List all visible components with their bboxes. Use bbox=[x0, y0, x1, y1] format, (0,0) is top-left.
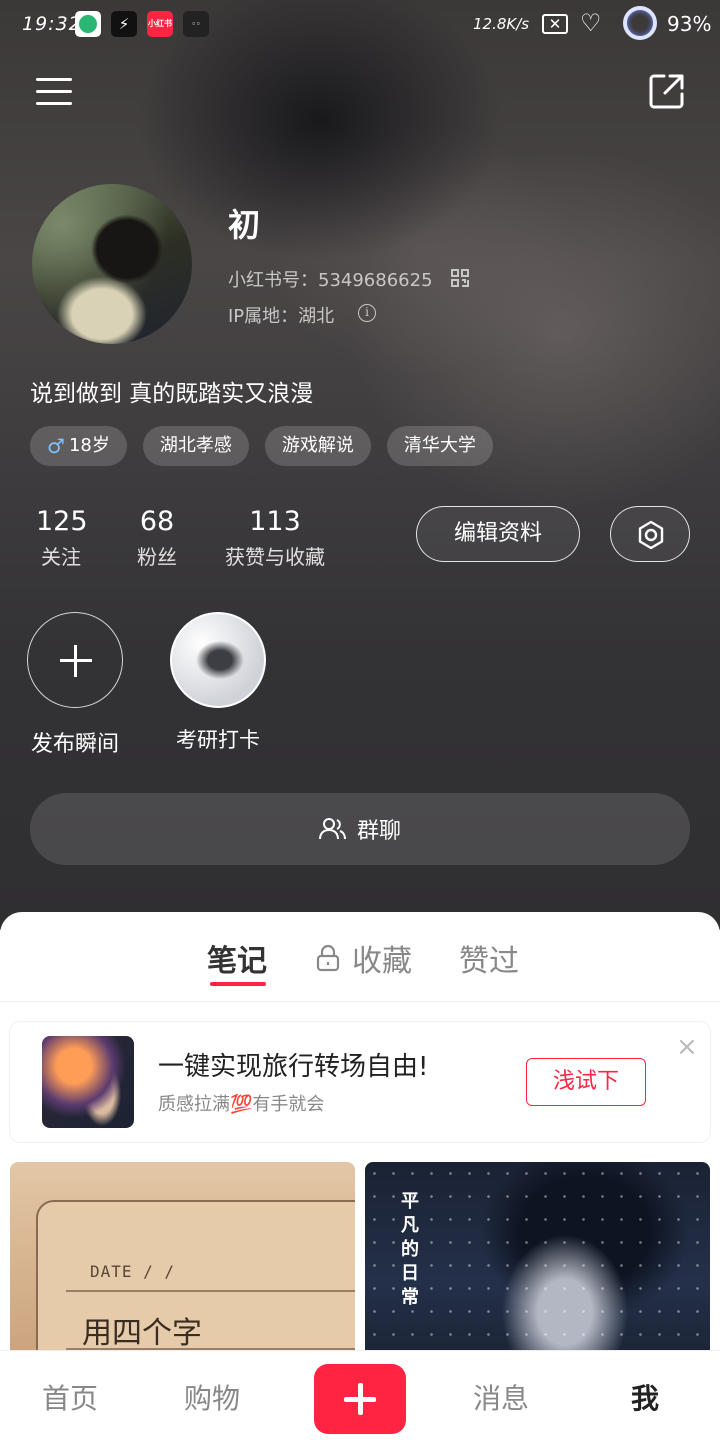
ad-subtitle: 质感拉满💯有手就会 bbox=[158, 1094, 325, 1115]
lock-icon bbox=[316, 944, 340, 972]
tag-school: 清华大学 bbox=[386, 426, 493, 466]
app-notification-icon bbox=[75, 11, 101, 37]
stat-following[interactable]: 125 关注 bbox=[36, 506, 88, 570]
tab-liked[interactable]: 赞过 bbox=[459, 936, 519, 980]
content-tabs: 笔记 收藏 赞过 bbox=[0, 912, 720, 1002]
ip-label: IP属地： bbox=[228, 306, 299, 327]
following-label: 关注 bbox=[41, 545, 81, 569]
ip-location-row: IP属地：湖北 bbox=[228, 302, 334, 328]
nav-me[interactable]: 我 bbox=[631, 1377, 659, 1417]
bottom-navigation: 首页 购物 消息 我 bbox=[0, 1350, 720, 1440]
close-icon[interactable]: × bbox=[676, 1032, 698, 1062]
male-icon: ♂ bbox=[47, 434, 65, 458]
tag-occupation: 游戏解说 bbox=[264, 426, 371, 466]
stat-likes[interactable]: 113 获赞与收藏 bbox=[218, 506, 332, 570]
paper-line bbox=[66, 1290, 355, 1292]
nickname: 初 bbox=[228, 206, 261, 244]
tab-notes[interactable]: 笔记 bbox=[207, 936, 267, 980]
info-icon[interactable]: i bbox=[358, 304, 376, 322]
moment-study-checkin[interactable]: 考研打卡 bbox=[166, 612, 270, 754]
users-icon bbox=[318, 818, 346, 840]
moment-thumbnail bbox=[170, 612, 266, 708]
ad-try-button[interactable]: 浅试下 bbox=[526, 1058, 646, 1106]
tag-label: 湖北孝感 bbox=[159, 435, 232, 456]
fans-count: 68 bbox=[139, 506, 175, 537]
stat-fans[interactable]: 68 粉丝 bbox=[128, 506, 186, 570]
red-id-label: 小红书号： bbox=[228, 270, 318, 291]
network-speed: 12.8K/s bbox=[473, 15, 530, 33]
battery-level: 93% bbox=[667, 12, 712, 36]
tab-favorites-label: 收藏 bbox=[352, 944, 412, 979]
share-icon[interactable] bbox=[648, 72, 686, 110]
settings-button[interactable] bbox=[610, 506, 690, 562]
gear-icon bbox=[638, 520, 664, 550]
heart-status-icon: ♡ bbox=[580, 9, 602, 37]
group-chat-button[interactable]: 群聊 bbox=[30, 793, 690, 865]
tag-label: 18岁 bbox=[68, 435, 110, 456]
tag-location: 湖北孝感 bbox=[142, 426, 249, 466]
ip-value: 湖北 bbox=[298, 306, 335, 327]
sim-off-icon: ✕ bbox=[542, 14, 568, 34]
xiaohongshu-app-icon: 小红书 bbox=[147, 11, 173, 37]
note-date-text: DATE / / bbox=[90, 1262, 176, 1281]
group-chat-label: 群聊 bbox=[356, 819, 401, 844]
note-card[interactable]: DATE / / 用四个字 bbox=[10, 1162, 355, 1362]
red-id-value: 5349686625 bbox=[318, 270, 433, 291]
likes-label: 获赞与收藏 bbox=[225, 545, 325, 569]
status-time: 19:32 bbox=[22, 13, 82, 35]
qr-code-icon[interactable] bbox=[450, 268, 470, 288]
edit-profile-button[interactable]: 编辑资料 bbox=[416, 506, 580, 562]
publish-plus-button[interactable] bbox=[314, 1364, 406, 1434]
menu-icon[interactable] bbox=[36, 78, 72, 108]
status-bar: 19:32 ⚡ 小红书 ◦◦ 12.8K/s ✕ ♡ 93% bbox=[0, 0, 720, 50]
active-tab-indicator bbox=[210, 982, 266, 986]
nav-home[interactable]: 首页 bbox=[42, 1377, 98, 1417]
note-handwriting: 用四个字 bbox=[82, 1316, 202, 1351]
moment-study-label: 考研打卡 bbox=[176, 728, 260, 752]
ad-title: 一键实现旅行转场自由! bbox=[158, 1052, 429, 1082]
assistant-ring-icon bbox=[623, 6, 657, 40]
likes-count: 113 bbox=[249, 506, 301, 537]
plus-icon bbox=[27, 612, 123, 708]
fans-label: 粉丝 bbox=[137, 545, 177, 569]
app-notification-icon: ◦◦ bbox=[183, 11, 209, 37]
tag-label: 游戏解说 bbox=[281, 435, 354, 456]
tag-label: 清华大学 bbox=[403, 435, 476, 456]
publish-moment-label: 发布瞬间 bbox=[30, 732, 119, 757]
following-count: 125 bbox=[36, 506, 88, 537]
nav-messages[interactable]: 消息 bbox=[473, 1377, 529, 1417]
tag-age: ♂ 18岁 bbox=[30, 426, 127, 466]
bolt-app-icon: ⚡ bbox=[111, 11, 137, 37]
note-cover-title: 平凡的日常 bbox=[401, 1191, 419, 1308]
avatar[interactable] bbox=[32, 184, 192, 344]
nav-shop[interactable]: 购物 bbox=[184, 1377, 240, 1417]
profile-tags: ♂ 18岁 湖北孝感 游戏解说 清华大学 bbox=[30, 426, 493, 466]
note-card[interactable]: 平凡的日常 bbox=[365, 1162, 710, 1362]
publish-moment-button[interactable]: 发布瞬间 bbox=[22, 612, 128, 758]
red-id-row: 小红书号：5349686625 bbox=[228, 266, 433, 292]
tab-favorites[interactable]: 收藏 bbox=[316, 936, 412, 980]
bio: 说到做到 真的既踏实又浪漫 bbox=[30, 381, 314, 407]
ad-banner[interactable]: 一键实现旅行转场自由! 质感拉满💯有手就会 浅试下 × bbox=[10, 1022, 710, 1142]
ad-thumbnail bbox=[42, 1036, 134, 1128]
